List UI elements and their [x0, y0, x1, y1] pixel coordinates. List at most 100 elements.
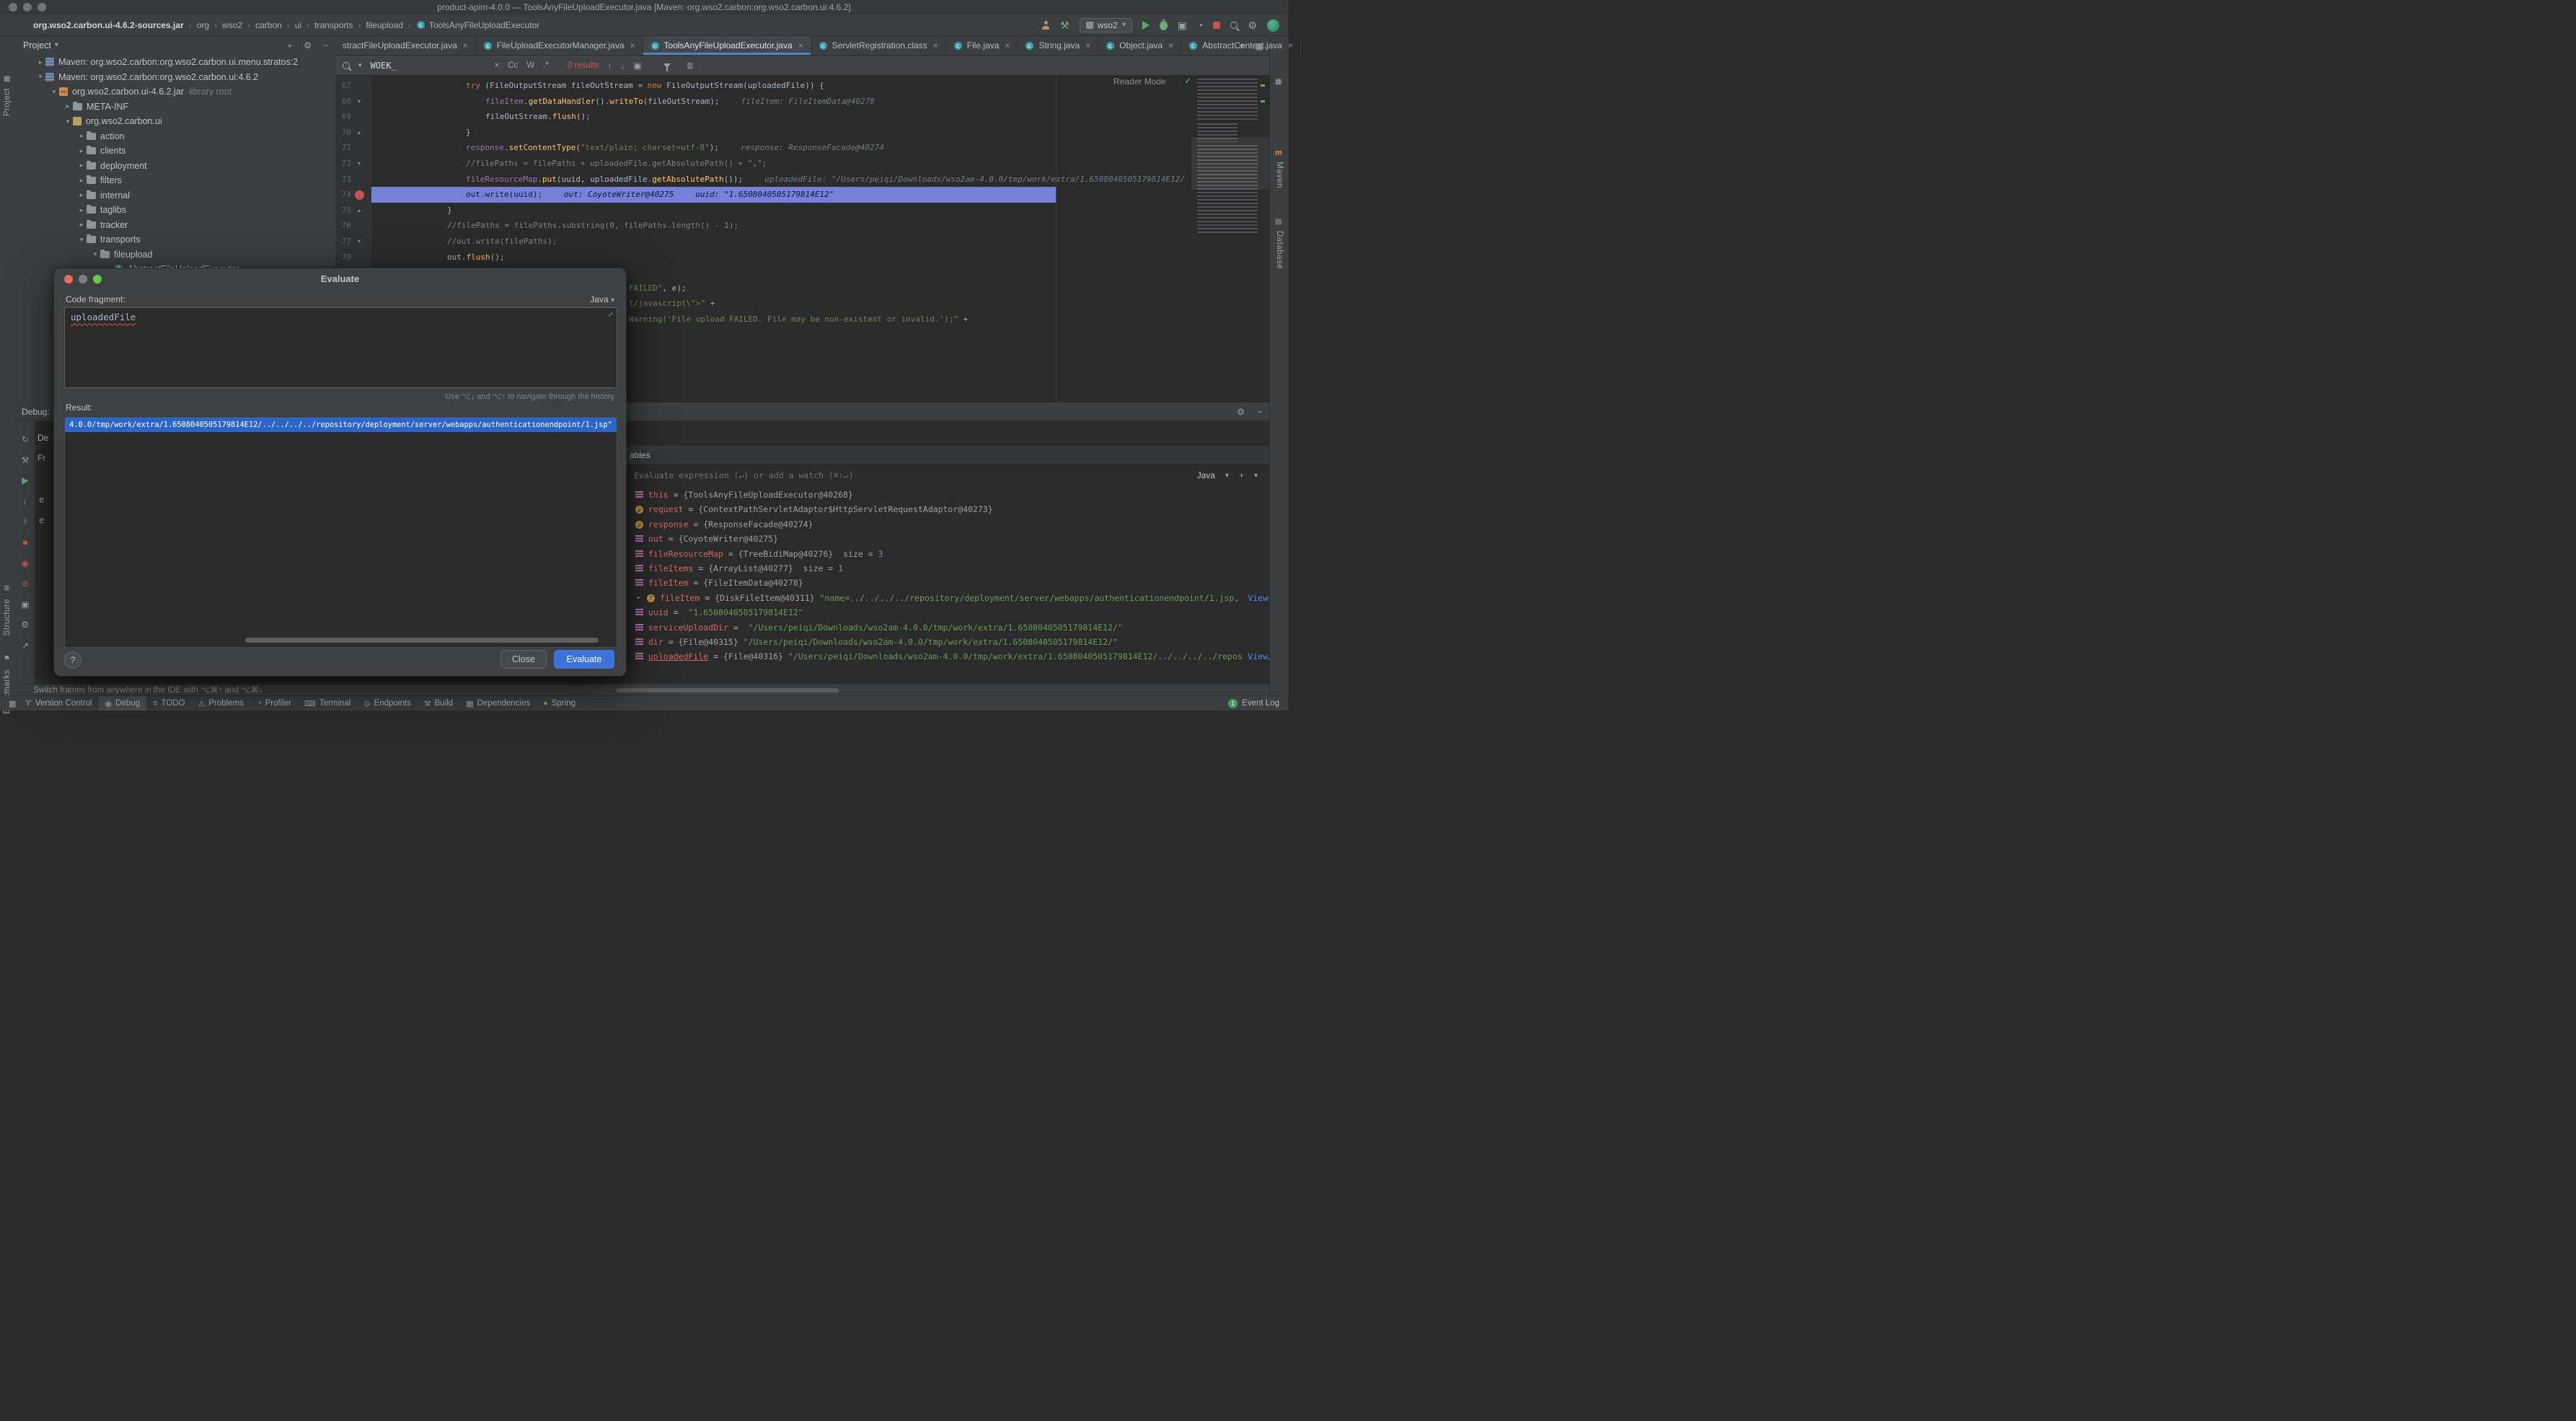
variable-row[interactable]: serviceUploadDir = "/Users/peiqi/Downloa…: [627, 620, 1269, 635]
project-tree-item[interactable]: ▸action: [16, 129, 335, 144]
view-link[interactable]: View: [1242, 649, 1268, 664]
statusbar-item-spring[interactable]: ●Spring: [537, 696, 582, 710]
code-line[interactable]: 70▴}: [335, 125, 1191, 141]
toolwindow-label-project[interactable]: Project: [3, 88, 12, 116]
editor-tab[interactable]: CToolsAnyFileUploadExecutor.java×: [643, 36, 811, 55]
variable-row[interactable]: fileItems = {ArrayList@40277} size = 1: [627, 561, 1269, 576]
project-tree-item[interactable]: ▸META-INF: [16, 100, 335, 115]
code-line[interactable]: 72▾//filePaths = filePaths + uploadedFil…: [335, 156, 1191, 172]
statusbar-item-endpoints[interactable]: ⊙Endpoints: [357, 696, 417, 710]
statusbar-item-build[interactable]: ⚒Build: [418, 696, 459, 710]
variable-row[interactable]: out = {CoyoteWriter@40275}: [627, 532, 1269, 546]
project-tree-item[interactable]: ▸filters: [16, 173, 335, 188]
project-tool-icon[interactable]: ▦: [4, 75, 10, 83]
user-icon[interactable]: [1041, 21, 1050, 30]
debug-button[interactable]: [1160, 21, 1168, 30]
breadcrumb-carbon[interactable]: carbon: [255, 20, 282, 30]
editor-tab[interactable]: CFile.java×: [946, 36, 1018, 55]
tab-close-icon[interactable]: ×: [463, 40, 468, 50]
locate-icon[interactable]: ⌖: [287, 40, 292, 51]
code-line[interactable]: 67try (FileOutputStream fileOutStream = …: [335, 78, 1191, 94]
expand-icon[interactable]: ↕: [606, 310, 614, 319]
chevron-right-icon[interactable]: ▸: [76, 147, 87, 155]
breadcrumb-jar[interactable]: org.wso2.carbon.ui-4.6.2-sources.jar: [33, 20, 184, 30]
result-area[interactable]: 4.0.0/tmp/work/extra/1.6508040505179814E…: [64, 417, 617, 648]
tab-close-icon[interactable]: ×: [933, 40, 938, 50]
database-icon[interactable]: ▤: [1275, 218, 1282, 226]
toolwindows-toggle-icon[interactable]: ▦: [9, 699, 16, 708]
dialog-zoom-button[interactable]: [93, 275, 102, 283]
clear-search-icon[interactable]: ×: [495, 61, 500, 70]
chevron-down-icon[interactable]: ▾: [55, 42, 58, 49]
code-line[interactable]: 68▾fileItem.getDataHandler().writeTo(fil…: [335, 94, 1191, 110]
chevron-right-icon[interactable]: ▸: [76, 162, 87, 170]
chevron-right-icon[interactable]: ▸: [63, 102, 73, 110]
project-panel-title[interactable]: Project: [23, 40, 51, 50]
project-tree-item[interactable]: ▾fileupload: [16, 247, 335, 263]
code-line[interactable]: 78out.flush();: [335, 250, 1191, 265]
variable-row[interactable]: ▸ffileItem = {DiskFileItem@40311} "name=…: [627, 591, 1269, 605]
variable-row[interactable]: uploadedFile = {File@40316} "/Users/peiq…: [627, 649, 1269, 664]
tab-close-icon[interactable]: ×: [630, 40, 635, 50]
toolwindow-label-database[interactable]: Database: [1275, 231, 1284, 269]
editor-tab[interactable]: stractFileUploadExecutor.java×: [335, 36, 476, 55]
toolwindow-label-structure[interactable]: Structure: [3, 599, 12, 635]
editor-options-icon[interactable]: ▦: [1256, 41, 1263, 51]
window-minimize-button[interactable]: [23, 3, 32, 12]
hide-panel-icon[interactable]: −: [1257, 402, 1262, 421]
statusbar-item-debug[interactable]: ◉Debug: [99, 696, 147, 710]
inspection-ok-icon[interactable]: ✓: [1184, 76, 1191, 86]
project-tree-item[interactable]: ▸internal: [16, 188, 335, 203]
code-fragment-text[interactable]: uploadedFile: [71, 312, 136, 322]
rerun-icon[interactable]: ↻: [16, 434, 35, 444]
statusbar-item-todo[interactable]: ≡TODO: [146, 696, 191, 710]
run-config-selector[interactable]: wso2 ▾: [1080, 18, 1132, 32]
editor-tab[interactable]: CString.java×: [1018, 36, 1098, 55]
statusbar-item-dependencies[interactable]: ▦Dependencies: [459, 696, 537, 710]
pause-icon[interactable]: ‖: [16, 516, 35, 527]
horizontal-scrollbar[interactable]: [617, 688, 839, 692]
statusbar-item-terminal[interactable]: ⌨Terminal: [298, 696, 357, 710]
editor-tab[interactable]: CFileUploadExecutorManager.java×: [476, 36, 643, 55]
breadcrumb-transports[interactable]: transports: [314, 20, 353, 30]
profiler-icon[interactable]: ◔: [1197, 20, 1203, 30]
minimap[interactable]: [1191, 76, 1269, 402]
chevron-down-icon[interactable]: ▾: [76, 236, 87, 244]
settings-icon[interactable]: ⚙: [16, 620, 35, 630]
chevron-down-icon[interactable]: ▾: [1254, 472, 1258, 480]
add-watch-icon[interactable]: +: [1239, 470, 1244, 480]
variable-row[interactable]: uuid = "1.6508040505179814E12": [627, 605, 1269, 620]
panel-grid-icon[interactable]: ▦: [1275, 78, 1282, 86]
structure-tool-icon[interactable]: ≣: [4, 584, 9, 592]
code-line[interactable]: 76//filePaths = filePaths.substring(0, f…: [335, 218, 1191, 234]
chevron-down-icon[interactable]: ▾: [35, 73, 45, 81]
watch-input-row[interactable]: Evaluate expression (↵) or add a watch (…: [627, 465, 1269, 486]
window-close-button[interactable]: [9, 3, 17, 12]
search-input[interactable]: WOEK_: [371, 61, 486, 71]
maven-icon[interactable]: m: [1275, 149, 1282, 157]
tab-close-icon[interactable]: ×: [798, 40, 803, 50]
chevron-down-icon[interactable]: ▾: [63, 118, 73, 126]
dialog-language-selector[interactable]: Java ▾: [590, 294, 614, 304]
view-breakpoints-icon[interactable]: ◉: [16, 558, 35, 568]
view-link[interactable]: View: [1242, 591, 1268, 605]
dialog-minimize-button[interactable]: [79, 275, 87, 283]
chevron-down-icon[interactable]: ▾: [49, 88, 59, 96]
project-tree-item[interactable]: ▾Maven: org.wso2.carbon:org.wso2.carbon.…: [16, 70, 335, 85]
mute-breakpoints-icon[interactable]: ⊘: [16, 578, 35, 589]
resume-icon[interactable]: ▶: [16, 475, 35, 485]
statusbar-item-problems[interactable]: ⚠Problems: [191, 696, 250, 710]
gear-icon[interactable]: ⚙: [304, 40, 312, 50]
variable-row[interactable]: fileItem = {FileItemData@40278}: [627, 576, 1269, 590]
chevron-down-icon[interactable]: ▾: [90, 250, 100, 258]
code-fragment-input[interactable]: uploadedFile ↕: [64, 307, 617, 388]
variable-row[interactable]: prequest = {ContextPathServletAdaptor$Ht…: [627, 502, 1269, 516]
gear-icon[interactable]: ⚙: [1237, 402, 1245, 421]
search-options-icon[interactable]: ≣: [687, 61, 694, 71]
run-button[interactable]: [1142, 21, 1150, 30]
variable-row[interactable]: presponse = {ResponseFacade@40274}: [627, 517, 1269, 532]
statusbar-item-version-control[interactable]: ϒVersion Control: [19, 696, 98, 710]
breadcrumb-wso2[interactable]: wso2: [222, 20, 242, 30]
tab-close-icon[interactable]: ×: [1085, 40, 1090, 50]
breadcrumb-ui[interactable]: ui: [295, 20, 301, 30]
